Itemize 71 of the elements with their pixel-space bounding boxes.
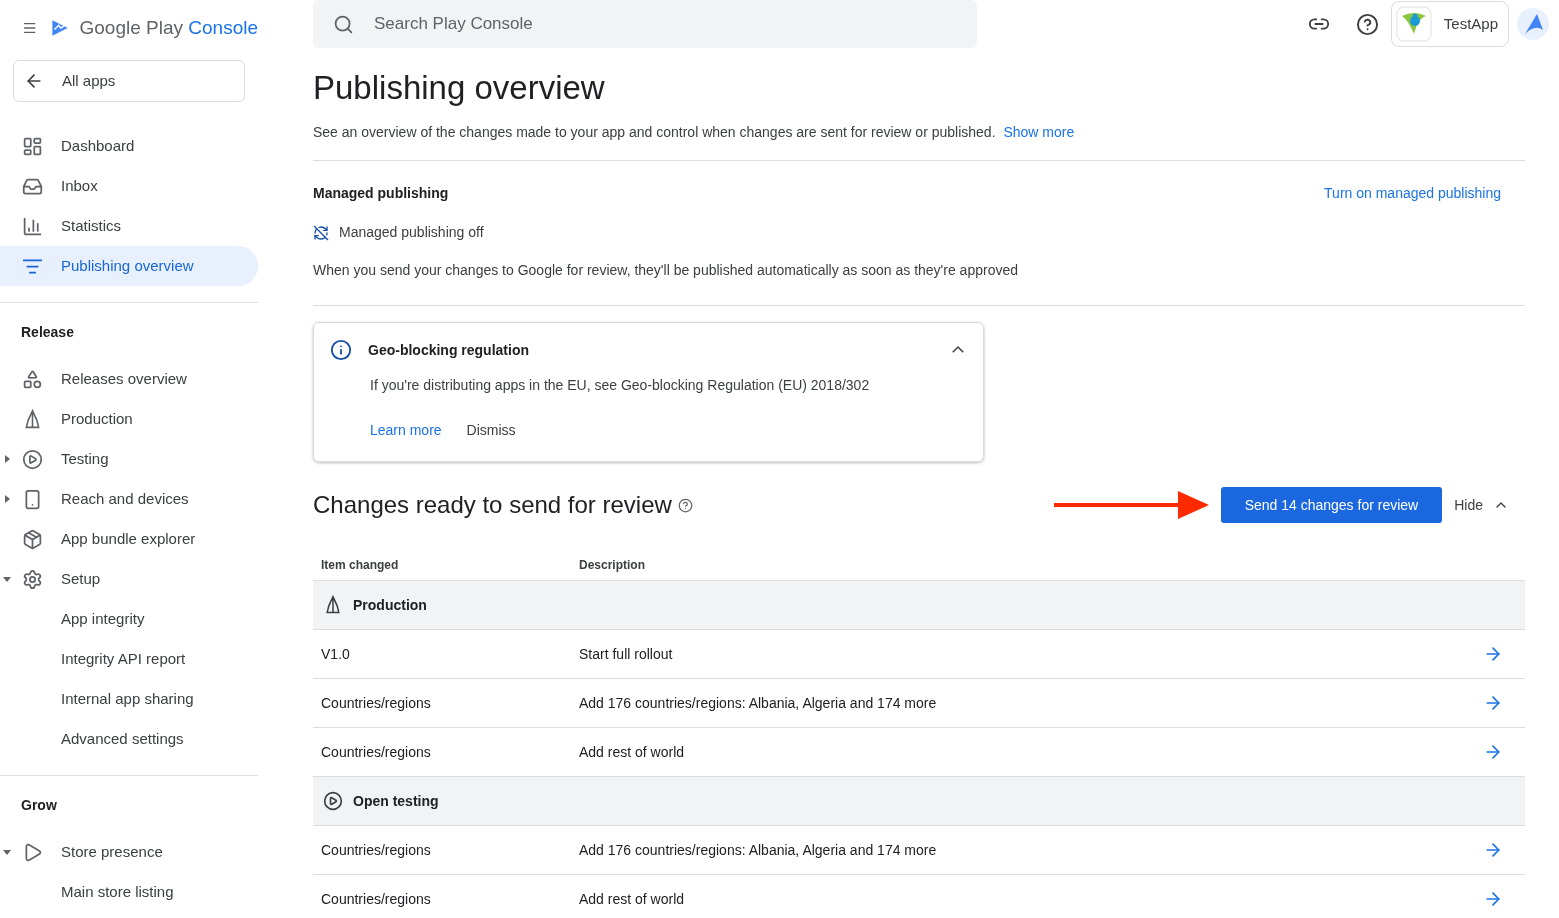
nav-item[interactable]: App bundle explorer bbox=[14, 519, 196, 559]
bar-chart-icon bbox=[22, 215, 43, 237]
play-circle-icon bbox=[22, 448, 43, 470]
sync-off-icon bbox=[313, 224, 329, 241]
table-cell: Add 176 countries/regions: Albania, Algeria and 174 more bbox=[579, 842, 937, 858]
learn-link[interactable]: Learn more bbox=[370, 420, 442, 441]
table-cell: Add rest of world bbox=[579, 891, 685, 907]
table-cell: Start full rollout bbox=[579, 646, 673, 662]
section-heading: Grow bbox=[20, 795, 57, 815]
search-input[interactable]: Search Play Console bbox=[374, 11, 977, 37]
hide-button[interactable]: Hide bbox=[1454, 494, 1509, 516]
settings-icon bbox=[22, 568, 43, 590]
status-text: Managed publishing off bbox=[339, 223, 484, 242]
help-icon[interactable] bbox=[677, 497, 693, 513]
nav-subitem[interactable]: Main store listing bbox=[61, 880, 174, 904]
nav-subitem[interactable]: Advanced settings bbox=[61, 727, 184, 751]
caret-icon[interactable] bbox=[3, 848, 11, 856]
column-header: Description bbox=[579, 557, 645, 572]
show-more-link[interactable]: Show more bbox=[1003, 124, 1075, 140]
caret-icon[interactable] bbox=[3, 575, 11, 583]
nav-item[interactable]: Testing bbox=[14, 439, 109, 479]
nav-item[interactable]: Releases overview bbox=[14, 359, 187, 399]
info-icon bbox=[330, 339, 352, 361]
caret-icon[interactable] bbox=[3, 495, 11, 503]
play-circle-icon bbox=[323, 791, 343, 811]
search-field[interactable]: Search Play Console bbox=[313, 0, 977, 48]
table-cell: Add 176 countries/regions: Albania, Algeria and 174 more bbox=[579, 695, 937, 711]
app-name: TestApp bbox=[1443, 13, 1498, 34]
search-icon bbox=[333, 13, 354, 35]
nav-subitem[interactable]: Internal app sharing bbox=[61, 687, 194, 711]
rocket-icon bbox=[323, 595, 343, 615]
nav-item[interactable]: Setup bbox=[14, 559, 101, 599]
nav-item[interactable]: Store presence bbox=[14, 832, 163, 872]
dismiss-link[interactable]: Dismiss bbox=[466, 420, 516, 441]
nav-item[interactable]: Dashboard bbox=[0, 126, 258, 166]
group-row: Production bbox=[313, 581, 1525, 630]
nav-item[interactable]: Inbox bbox=[0, 166, 258, 206]
notice-title: Geo-blocking regulation bbox=[368, 340, 530, 360]
table-cell: V1.0 bbox=[321, 646, 350, 662]
section-heading: Release bbox=[20, 322, 74, 342]
shapes-icon bbox=[22, 368, 43, 390]
nav-subitem[interactable]: App integrity bbox=[61, 607, 145, 631]
send-for-review-button[interactable]: Send 14 changes for review bbox=[1220, 487, 1443, 523]
table-cell: Countries/regions bbox=[321, 891, 431, 907]
notice-body: If you're distributing apps in the EU, see Geo-blocking Regulation (EU) 2018/302 bbox=[370, 376, 871, 395]
app-logo-icon bbox=[1395, 6, 1432, 42]
page-description: See an overview of the changes made to your app and control when changes are sent for review or published. Show more bbox=[313, 123, 1076, 142]
group-row: Open testing bbox=[313, 777, 1525, 826]
table-cell: Countries/regions bbox=[321, 744, 431, 760]
nav-item[interactable]: Production bbox=[14, 399, 133, 439]
nav-item[interactable]: Reach and devices bbox=[14, 479, 189, 519]
page-title: Publishing overview bbox=[313, 68, 606, 108]
help-icon[interactable] bbox=[1355, 12, 1379, 36]
managed-note: When you send your changes to Google for review, they'll be published automatically as soon as they're approved bbox=[313, 261, 1019, 280]
package-icon bbox=[22, 528, 43, 550]
avatar-icon[interactable] bbox=[1517, 8, 1549, 40]
column-header: Item changed bbox=[321, 557, 399, 572]
nav-subitem[interactable]: Integrity API report bbox=[61, 647, 186, 671]
managed-publishing-link[interactable]: Turn on managed publishing bbox=[1324, 183, 1501, 204]
brand-name: Google Play Console bbox=[79, 15, 258, 40]
all-apps-button[interactable]: All apps bbox=[13, 60, 245, 102]
table-cell: Countries/regions bbox=[321, 842, 431, 858]
dashboard-icon bbox=[22, 135, 43, 157]
caret-icon[interactable] bbox=[3, 455, 11, 463]
table-cell: Add rest of world bbox=[579, 744, 685, 760]
nav-item[interactable]: Publishing overview bbox=[0, 246, 258, 286]
nav-item[interactable]: Statistics bbox=[0, 206, 258, 246]
section-heading: Managed publishing bbox=[313, 184, 449, 203]
table-cell: Countries/regions bbox=[321, 695, 431, 711]
app-switcher[interactable]: TestApp bbox=[1390, 1, 1509, 47]
section-title: Changes ready to send for review bbox=[313, 490, 672, 520]
